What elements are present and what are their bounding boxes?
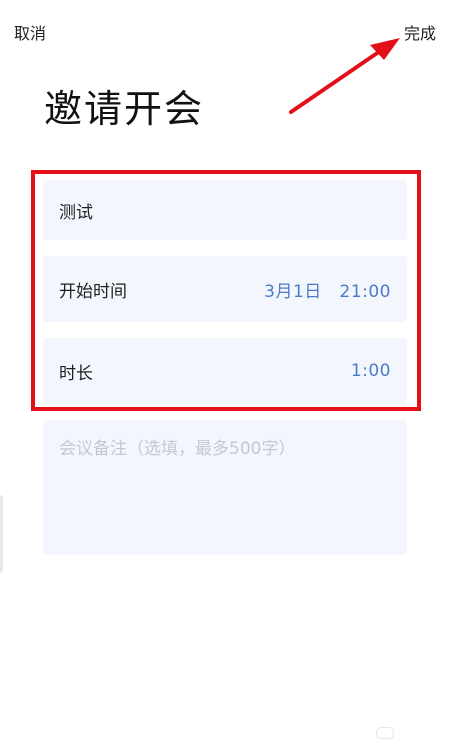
duration-label: 时长 bbox=[59, 363, 93, 384]
meeting-notes-placeholder: 会议备注（选填，最多500字） bbox=[59, 439, 296, 459]
watermark-mark bbox=[376, 727, 394, 739]
page-title: 邀请开会 bbox=[44, 87, 205, 131]
meeting-topic-field[interactable]: 测试 bbox=[43, 180, 407, 240]
side-drawer-handle[interactable] bbox=[0, 495, 3, 573]
meeting-invite-screen: 取消 完成 邀请开会 测试 开始时间 3月1日 21:00 时长 1:00 会议… bbox=[0, 0, 450, 743]
duration-row[interactable]: 时长 1:00 bbox=[43, 338, 407, 404]
cancel-button[interactable]: 取消 bbox=[14, 20, 46, 44]
start-time-value: 3月1日 21:00 bbox=[264, 281, 391, 302]
done-button[interactable]: 完成 bbox=[404, 20, 436, 44]
meeting-topic-text: 测试 bbox=[59, 202, 93, 223]
start-time-row[interactable]: 开始时间 3月1日 21:00 bbox=[43, 256, 407, 322]
duration-value: 1:00 bbox=[350, 361, 391, 381]
start-time-label: 开始时间 bbox=[59, 281, 127, 302]
meeting-notes-input[interactable]: 会议备注（选填，最多500字） bbox=[43, 420, 407, 555]
